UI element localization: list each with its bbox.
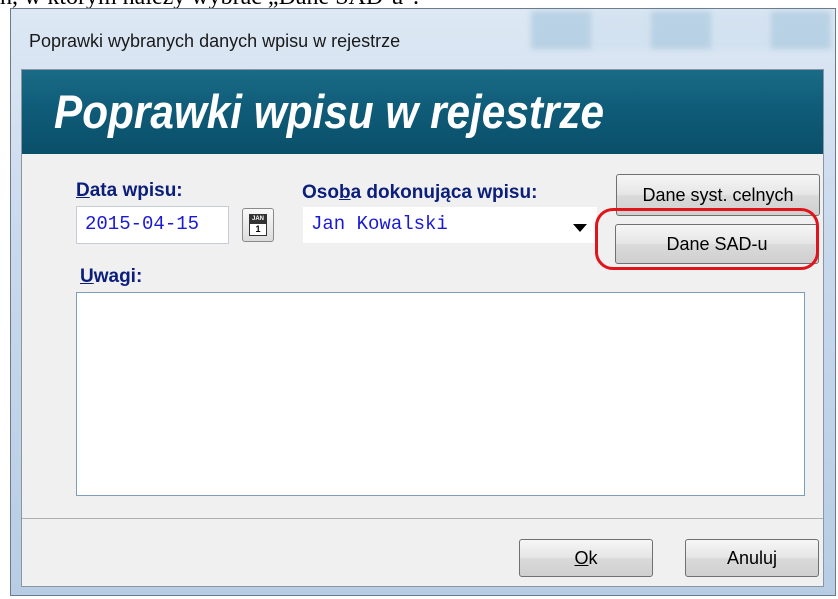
person-label: Osoba dokonująca wpisu: <box>302 182 537 204</box>
person-select-value: Jan Kowalski <box>311 213 448 235</box>
cancel-button[interactable]: Anuluj <box>685 539 819 577</box>
date-label-accelerator: D <box>76 180 90 201</box>
person-select[interactable]: Jan Kowalski <box>302 206 598 244</box>
ok-button[interactable]: Ok <box>519 539 653 577</box>
header-banner: Poprawki wpisu w rejestrze <box>22 70 823 155</box>
document-partial-text: h, w którym należy wybrać „Dane SAD-u". <box>0 0 838 8</box>
person-label-pre: Oso <box>302 182 339 203</box>
date-field[interactable]: 2015-04-15 <box>76 206 229 244</box>
title-bar[interactable]: Poprawki wybranych danych wpisu w rejest… <box>11 9 835 65</box>
calendar-icon-day: 1 <box>255 224 261 234</box>
calendar-button[interactable]: JAN 1 <box>242 208 274 242</box>
window-title: Poprawki wybranych danych wpisu w rejest… <box>29 31 401 51</box>
calendar-icon-month: JAN <box>250 215 266 224</box>
notes-label-accelerator: U <box>80 266 94 287</box>
dialog-window: Poprawki wybranych danych wpisu w rejest… <box>10 8 836 596</box>
dialog-footer: Ok Anuluj <box>22 519 823 586</box>
calendar-icon: JAN 1 <box>249 214 267 236</box>
ok-accelerator: O <box>574 547 589 568</box>
date-label-text: ata wpisu: <box>89 180 183 201</box>
date-label: Data wpisu: <box>76 180 183 202</box>
banner-title: Poprawki wpisu w rejestrze <box>54 85 605 138</box>
chevron-down-icon[interactable] <box>573 224 587 232</box>
person-label-accelerator: b <box>338 182 351 203</box>
highlight-ring <box>595 208 819 270</box>
ok-label: k <box>588 547 598 568</box>
notes-label-text: wagi: <box>93 266 143 287</box>
notes-label: Uwagi: <box>80 266 142 288</box>
dialog-client-area: Poprawki wpisu w rejestrze Data wpisu: 2… <box>21 69 824 587</box>
person-label-post: a dokonująca wpisu: <box>350 182 538 203</box>
notes-textarea[interactable] <box>76 292 805 496</box>
